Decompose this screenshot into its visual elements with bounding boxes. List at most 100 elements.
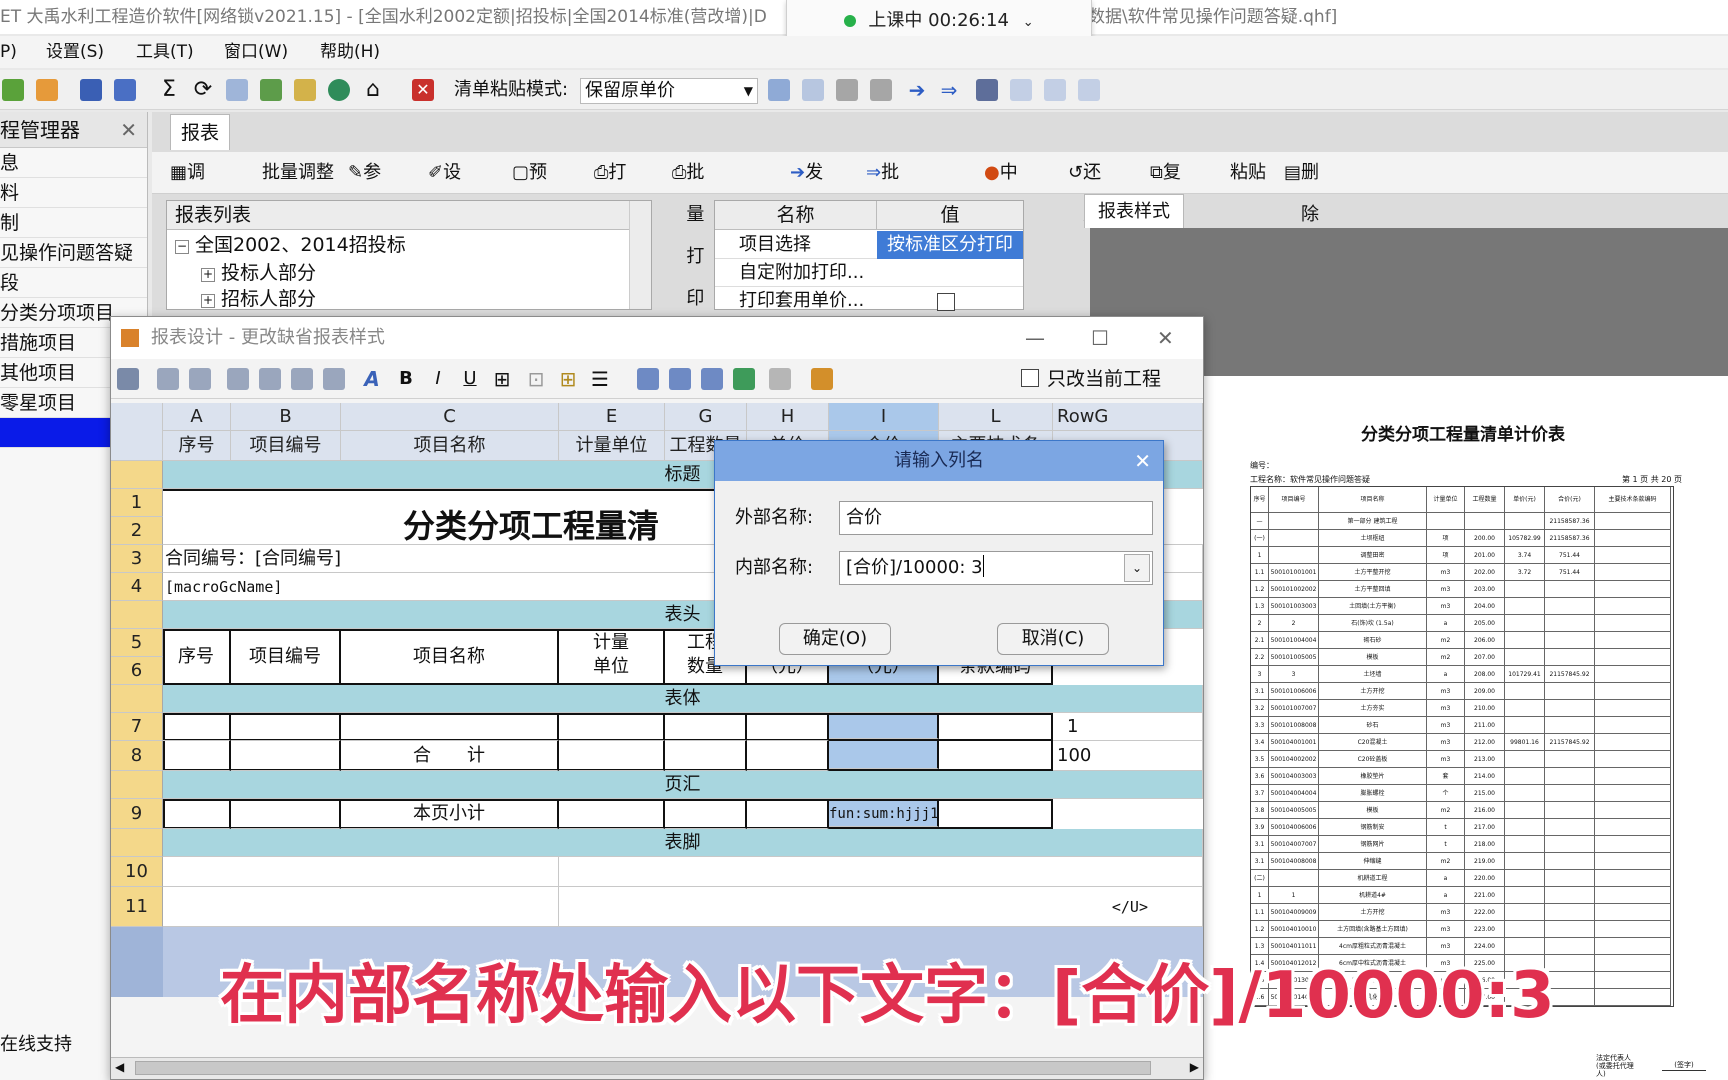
tree-item[interactable]: 料 — [0, 178, 147, 208]
network-icon[interactable] — [976, 79, 998, 101]
save-icon[interactable] — [80, 79, 102, 101]
footer-tag[interactable]: </U> — [559, 887, 1203, 927]
cell[interactable] — [665, 741, 747, 771]
cell[interactable] — [231, 799, 341, 829]
no-border-icon[interactable]: ⊡ — [525, 368, 547, 390]
tree-icon[interactable] — [1010, 79, 1032, 101]
row-header[interactable]: 4 — [111, 573, 163, 601]
cell-selected[interactable] — [829, 715, 939, 739]
tree-item[interactable]: 见操作问题答疑 — [0, 238, 147, 268]
tree-node-root[interactable]: − 全国2002、2014招投标 — [175, 231, 406, 259]
row-header[interactable] — [111, 829, 163, 857]
book-icon[interactable] — [802, 79, 824, 101]
tools-icon[interactable] — [811, 368, 833, 390]
columns-icon[interactable] — [701, 368, 723, 390]
row-header[interactable]: 9 — [111, 799, 163, 829]
cell[interactable] — [341, 713, 559, 741]
font-icon[interactable]: A — [361, 368, 383, 390]
menu-item-tools[interactable]: 工具(T) — [136, 36, 194, 68]
delete-row-icon[interactable] — [189, 368, 211, 390]
row7-rowg[interactable]: 1 — [1053, 713, 1203, 741]
print-icon[interactable] — [836, 79, 858, 101]
column-title[interactable]: 项目名称 — [341, 431, 559, 461]
menu-item-help[interactable]: 帮助(H) — [320, 36, 380, 68]
subtotal-formula[interactable]: fun:sum:hjjj1 — [829, 801, 939, 827]
menu-item-window[interactable]: 窗口(W) — [224, 36, 288, 68]
cell[interactable] — [559, 741, 665, 771]
cell[interactable] — [231, 741, 341, 771]
hdr-seq[interactable]: 序号 — [163, 629, 231, 685]
row8-rowg[interactable]: 100 — [1053, 741, 1203, 771]
cell-selected[interactable] — [829, 741, 939, 769]
paste-button[interactable]: 粘贴 — [1230, 152, 1266, 194]
row-header[interactable]: 1 — [111, 489, 163, 517]
collapse-icon[interactable]: − — [175, 240, 189, 254]
row-header[interactable]: 7 — [111, 713, 163, 741]
cancel-button[interactable]: 取消(C) — [997, 623, 1109, 655]
stop-button[interactable]: ● 中止 — [984, 152, 1018, 225]
column-header-e[interactable]: E — [559, 403, 665, 431]
band-page-summary[interactable]: 页汇 — [163, 771, 1203, 799]
hdr-unit[interactable]: 计量 单位 — [559, 631, 665, 683]
print-all-icon[interactable] — [870, 79, 892, 101]
save-icon[interactable] — [117, 368, 139, 390]
column-title[interactable]: 项目编号 — [231, 431, 341, 461]
cell[interactable] — [559, 799, 665, 829]
external-name-input[interactable]: 合价 — [839, 501, 1153, 535]
adjust-button[interactable]: ▦ 调整 — [170, 152, 205, 225]
insert-icon[interactable] — [768, 79, 790, 101]
column-header-rowg[interactable]: RowG — [1053, 403, 1203, 431]
bold-icon[interactable]: B — [395, 368, 417, 390]
band-footer[interactable]: 表脚 — [163, 829, 1203, 857]
expand-icon[interactable]: + — [201, 268, 215, 282]
property-row[interactable]: 自定附加打印... — [715, 259, 1023, 287]
column-header-h[interactable]: H — [747, 403, 829, 431]
column-header-g[interactable]: G — [665, 403, 747, 431]
property-row[interactable]: 打印套用单价... — [715, 287, 1023, 311]
close-icon[interactable]: ✕ — [120, 112, 137, 148]
property-checkbox[interactable] — [937, 293, 955, 311]
expand-icon[interactable]: + — [201, 294, 215, 308]
row-header[interactable]: 6 — [111, 657, 163, 685]
row-header[interactable] — [111, 461, 163, 489]
globe-icon[interactable] — [328, 79, 350, 101]
refresh-icon[interactable]: ⟳ — [192, 79, 214, 101]
row-header[interactable] — [111, 685, 163, 713]
property-value[interactable]: 按标准区分打印 — [877, 231, 1023, 259]
folder-icon[interactable] — [294, 79, 316, 101]
cell[interactable] — [559, 857, 1203, 887]
underline-icon[interactable]: U — [459, 368, 481, 390]
merge-icon[interactable] — [1078, 79, 1100, 101]
open-folder-icon[interactable] — [36, 79, 58, 101]
filter-icon[interactable] — [259, 368, 281, 390]
row-header[interactable] — [111, 771, 163, 799]
split-icon[interactable] — [1044, 79, 1066, 101]
hdr-name[interactable]: 项目名称 — [341, 629, 559, 685]
close-icon[interactable]: ✕ — [1157, 317, 1174, 359]
funnel-icon[interactable] — [323, 368, 345, 390]
delete-button[interactable]: ▤ 删除 — [1284, 152, 1319, 225]
align-icon[interactable]: ☰ — [589, 368, 611, 390]
row-header[interactable]: 11 — [111, 887, 163, 927]
cell[interactable] — [665, 799, 747, 829]
close-icon[interactable]: ✕ — [1134, 441, 1151, 481]
table-icon[interactable] — [669, 368, 691, 390]
print-button[interactable]: ⎙ 打印 — [594, 152, 626, 225]
batch-send-button[interactable]: ⇒ 批量发送 — [866, 152, 899, 309]
arrow-right-icon[interactable]: ➔ — [906, 79, 928, 101]
cell[interactable] — [747, 713, 829, 741]
online-support-link[interactable]: 在线支持 — [0, 1030, 72, 1056]
tree-node-tenderer[interactable]: + 招标人部分 — [201, 285, 316, 313]
scroll-left-icon[interactable]: ◀ — [115, 1060, 124, 1074]
band-body[interactable]: 表体 — [163, 685, 1203, 713]
column-header-i[interactable]: I — [829, 403, 939, 431]
outdent-icon[interactable] — [291, 368, 313, 390]
cell[interactable] — [665, 713, 747, 741]
vertical-scrollbar[interactable] — [629, 201, 651, 309]
tree-item[interactable]: 制 — [0, 208, 147, 238]
params-button[interactable]: ✎ 参数 — [348, 152, 381, 225]
new-icon[interactable] — [2, 79, 24, 101]
row-header[interactable]: 10 — [111, 857, 163, 887]
tab-report[interactable]: 报表 — [170, 114, 230, 150]
row-header[interactable]: 2 — [111, 517, 163, 545]
